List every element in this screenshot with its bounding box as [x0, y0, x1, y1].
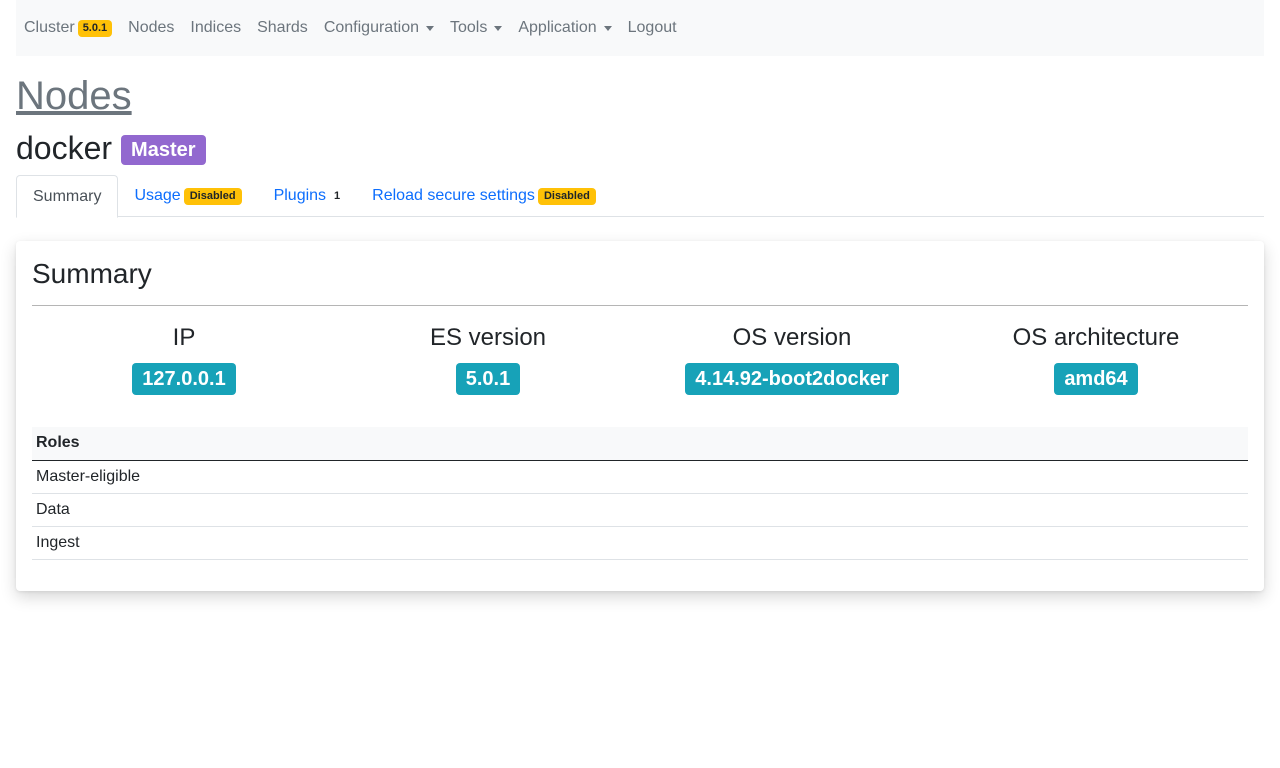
- node-name: docker: [16, 129, 113, 166]
- summary-title: Summary: [32, 258, 152, 289]
- stat-ip-value: 127.0.0.1: [132, 363, 236, 395]
- stat-os-version-label: OS version: [732, 324, 852, 351]
- nav-configuration-dropdown[interactable]: Configuration: [324, 19, 434, 37]
- summary-divider: [32, 305, 1248, 306]
- tab-summary-label: Summary: [33, 187, 102, 205]
- caret-down-icon: [603, 26, 612, 31]
- page-title-link[interactable]: Nodes: [16, 72, 132, 120]
- stat-es-version: ES version 5.0.1: [336, 321, 640, 401]
- table-row: Master-eligible: [32, 460, 1248, 494]
- nav-application-dropdown[interactable]: Application: [518, 19, 612, 37]
- nav-shards[interactable]: Shards: [257, 19, 308, 37]
- tab-usage[interactable]: Usage Disabled: [118, 175, 257, 217]
- tab-summary[interactable]: Summary: [16, 175, 119, 218]
- master-role-badge: Master: [121, 135, 206, 165]
- nav-configuration-label: Configuration: [323, 19, 419, 36]
- caret-down-icon: [494, 26, 503, 31]
- tab-plugins[interactable]: Plugins 1: [258, 175, 357, 217]
- tab-reload-secure-settings[interactable]: Reload secure settings Disabled: [356, 175, 612, 217]
- nav-nodes[interactable]: Nodes: [128, 19, 174, 37]
- stat-ip-label: IP: [172, 324, 196, 351]
- reload-disabled-badge: Disabled: [537, 187, 596, 205]
- tab-usage-label: Usage: [134, 187, 181, 204]
- tab-plugins-label: Plugins: [273, 187, 327, 204]
- stat-ip: IP 127.0.0.1: [32, 321, 336, 401]
- table-row: Data: [32, 493, 1248, 527]
- summary-stats: IP 127.0.0.1 ES version 5.0.1 OS version…: [32, 321, 1248, 401]
- role-ingest: Ingest: [32, 526, 1248, 560]
- stat-es-version-value: 5.0.1: [455, 363, 521, 395]
- summary-card: Summary IP 127.0.0.1 ES version 5.0.1 OS…: [16, 241, 1264, 591]
- roles-table: Roles Master-eligible Data Ingest: [32, 427, 1248, 560]
- nav-tools-label: Tools: [449, 19, 488, 36]
- usage-disabled-badge: Disabled: [183, 187, 242, 205]
- stat-os-architecture: OS architecture amd64: [944, 321, 1248, 401]
- node-tabs: Summary Usage Disabled Plugins 1 Reload …: [16, 175, 1264, 218]
- role-data: Data: [32, 493, 1248, 527]
- node-header: docker Master: [16, 128, 206, 168]
- nav-cluster-label: Cluster: [24, 19, 75, 36]
- stat-os-version: OS version 4.14.92-boot2docker: [640, 321, 944, 401]
- stat-es-version-label: ES version: [429, 324, 547, 351]
- stat-os-architecture-label: OS architecture: [1012, 324, 1180, 351]
- nav-indices[interactable]: Indices: [190, 19, 241, 37]
- nav-logout[interactable]: Logout: [628, 19, 677, 37]
- top-navbar: Cluster 5.0.1 Nodes Indices Shards Confi…: [16, 0, 1264, 56]
- plugins-count-badge: 1: [334, 190, 341, 202]
- stat-os-architecture-value: amd64: [1054, 363, 1138, 395]
- nav-cluster[interactable]: Cluster 5.0.1: [24, 19, 113, 37]
- nav-tools-dropdown[interactable]: Tools: [449, 19, 503, 37]
- roles-header-row: Roles: [32, 427, 1248, 461]
- role-master-eligible: Master-eligible: [32, 460, 1248, 494]
- stat-os-version-value: 4.14.92-boot2docker: [685, 363, 899, 395]
- cluster-version-badge: 5.0.1: [77, 19, 113, 37]
- table-row: Ingest: [32, 526, 1248, 560]
- roles-header: Roles: [32, 427, 1248, 461]
- tab-reload-secure-settings-label: Reload secure settings: [372, 187, 535, 204]
- nav-application-label: Application: [518, 19, 597, 36]
- caret-down-icon: [425, 26, 434, 31]
